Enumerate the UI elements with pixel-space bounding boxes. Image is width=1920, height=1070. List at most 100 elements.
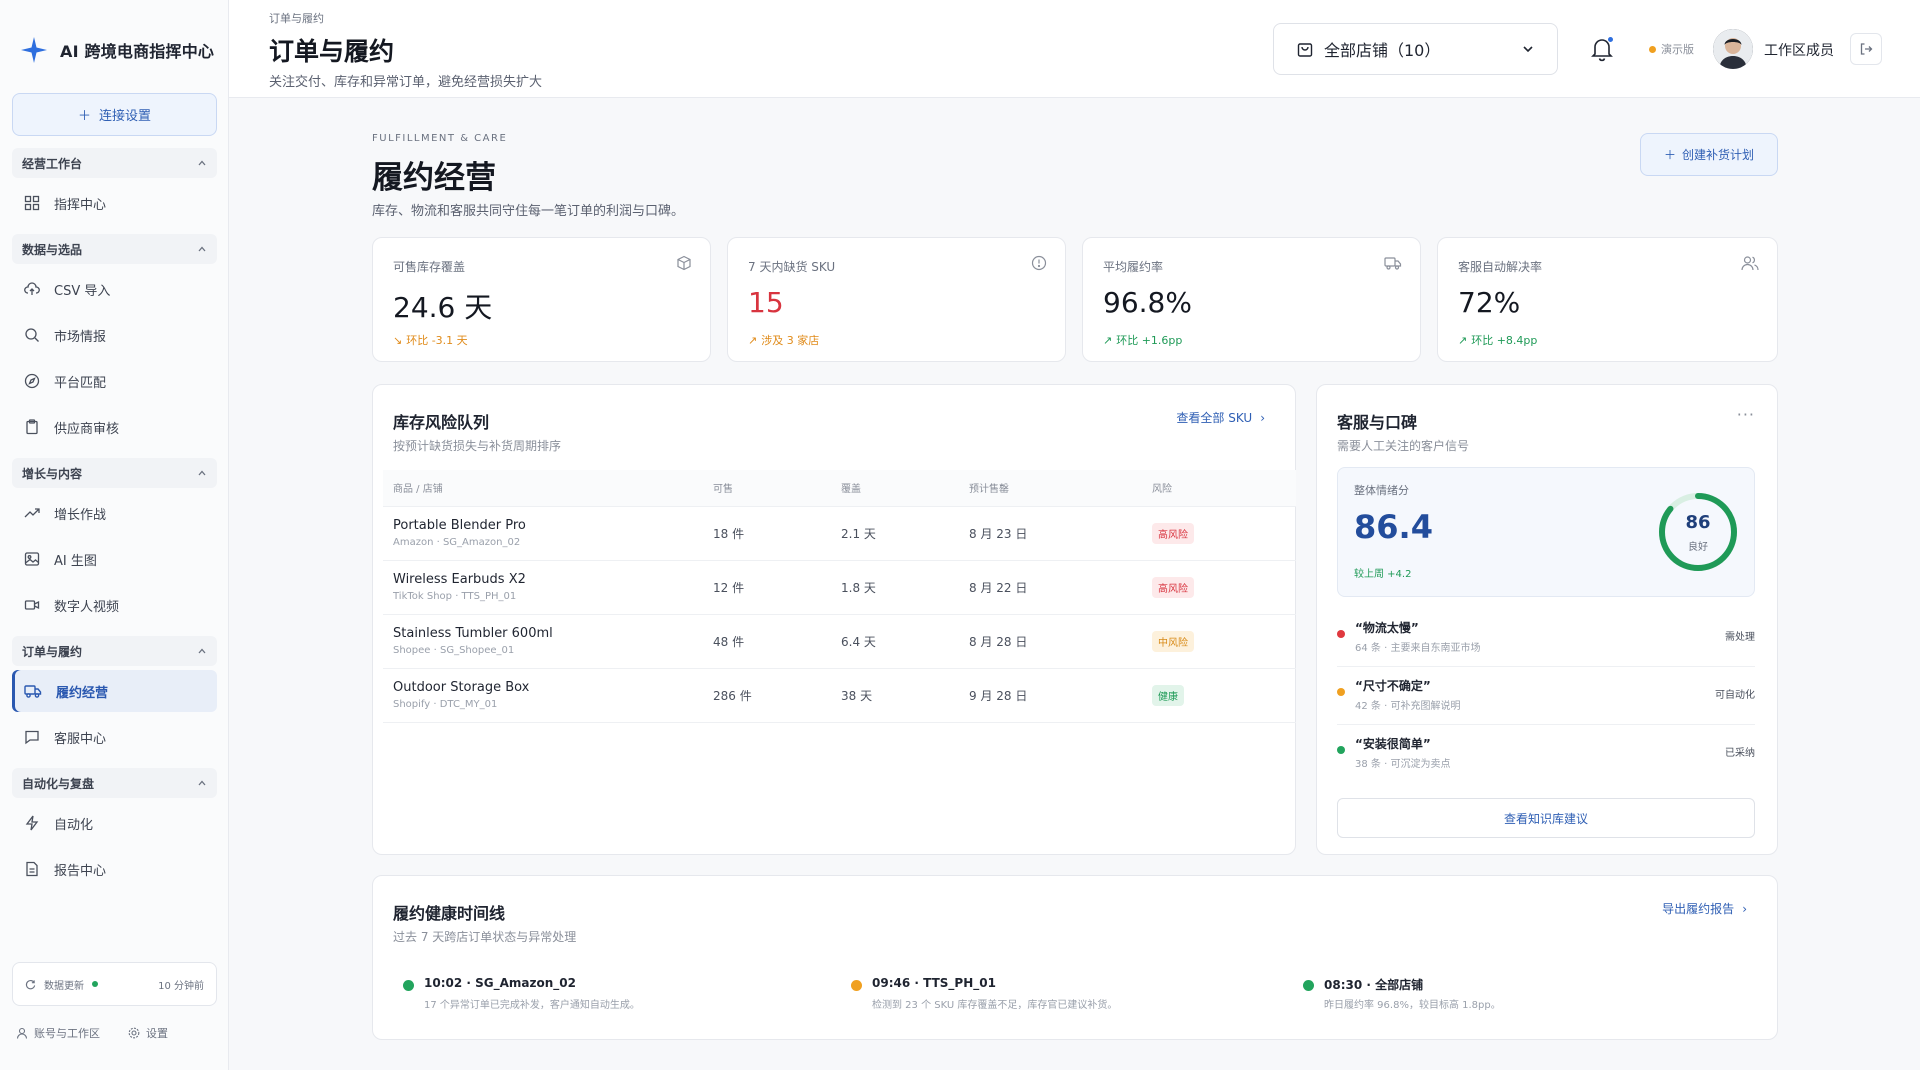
table-row[interactable]: Stainless Tumbler 600ml Shopee · SG_Shope…	[383, 614, 1296, 669]
knowledge-base-suggestions-button[interactable]: 查看知识库建议	[1337, 798, 1755, 838]
inventory-risk-queue: 库存风险队列 按预计缺货损失与补货周期排序 查看全部 SKU › 商品 / 店铺…	[372, 384, 1296, 855]
account-workspace-link[interactable]: 账号与工作区	[16, 1025, 100, 1041]
nav-group-orders[interactable]: 订单与履约	[12, 636, 217, 666]
kpi-card-fulfillment-rate[interactable]: 平均履约率 96.8% ↗ 环比 +1.6pp	[1082, 237, 1421, 362]
create-plan-label: 创建补货计划	[1682, 148, 1755, 162]
stock-cell: 48 件	[703, 614, 831, 669]
signal-title: “安装很简单”	[1355, 737, 1431, 751]
sidebar-item-service-center[interactable]: 客服中心	[12, 716, 217, 758]
store-select[interactable]: 全部店铺（10）	[1273, 23, 1558, 75]
kpi-label: 客服自动解决率	[1458, 260, 1543, 274]
sidebar-item-fulfillment[interactable]: 履约经营	[12, 670, 217, 712]
customer-signal-item[interactable]: “安装很简单” 38 条 · 可沉淀为卖点 已采纳	[1337, 729, 1755, 783]
chevron-up-icon	[198, 160, 206, 166]
inventory-subtitle: 按预计缺货损失与补货周期排序	[393, 439, 562, 453]
arrow-down-right-icon: ↘	[393, 333, 403, 347]
sidebar-item-ai-image[interactable]: AI 生图	[12, 538, 217, 580]
timeline-event-desc: 17 个异常订单已完成补发，客户通知自动生成。	[424, 1000, 640, 1011]
sidebar-item-label: 增长作战	[54, 507, 107, 523]
nav-group-label: 经营工作台	[22, 156, 83, 171]
sidebar-item-supplier-review[interactable]: 供应商审核	[12, 406, 217, 448]
export-report-link[interactable]: 导出履约报告 ›	[1662, 900, 1747, 917]
kpi-trend: ↗ 涉及 3 家店	[748, 332, 819, 348]
sidebar-item-csv-import[interactable]: CSV 导入	[12, 268, 217, 310]
demo-badge: 演示版	[1649, 41, 1694, 57]
data-refresh-status[interactable]: 数据更新 10 分钟前	[12, 962, 217, 1006]
plus-icon: ＋	[77, 109, 91, 124]
kpi-card-inventory-coverage[interactable]: 可售库存覆盖 24.6 天 ↘ 环比 -3.1 天	[372, 237, 711, 362]
sentiment-gauge: 86 良好	[1656, 490, 1740, 574]
risk-cell: 中风险	[1142, 614, 1296, 669]
nav-group-label: 自动化与复盘	[22, 776, 95, 791]
signal-dot	[1337, 688, 1345, 696]
inventory-table: 商品 / 店铺 可售 覆盖 预计售罄 风险 Portable Blender P…	[383, 470, 1296, 723]
notifications-button[interactable]	[1589, 36, 1615, 62]
column-header: 覆盖	[831, 470, 959, 507]
nav-group-data[interactable]: 数据与选品	[12, 234, 217, 264]
sidebar-item-reports[interactable]: 报告中心	[12, 848, 217, 890]
customer-signal-item[interactable]: “尺寸不确定” 42 条 · 可补充图解说明 可自动化	[1337, 671, 1755, 725]
more-options-icon[interactable]: ···	[1737, 405, 1755, 424]
sidebar-item-market-intel[interactable]: 市场情报	[12, 314, 217, 356]
sidebar-item-automation[interactable]: 自动化	[12, 802, 217, 844]
coverage-cell: 1.8 天	[831, 560, 959, 615]
alert-circle-icon	[1031, 255, 1047, 271]
connect-settings-button[interactable]: ＋ 连接设置	[12, 93, 217, 136]
create-replenishment-plan-button[interactable]: ＋ 创建补货计划	[1640, 133, 1778, 176]
kpi-value: 24.6 天	[393, 291, 493, 324]
risk-badge: 高风险	[1152, 576, 1194, 598]
breadcrumb[interactable]: 订单与履约	[269, 10, 324, 26]
table-row[interactable]: Portable Blender Pro Amazon · SG_Amazon_0…	[383, 506, 1296, 561]
logout-icon	[1860, 43, 1873, 55]
arrow-up-right-icon: ↗	[1103, 333, 1113, 347]
sidebar-item-avatar-video[interactable]: 数字人视频	[12, 584, 217, 626]
sidebar-item-label: 市场情报	[54, 329, 107, 345]
risk-badge: 中风险	[1152, 630, 1194, 652]
sidebar-item-command-center[interactable]: 指挥中心	[12, 182, 217, 224]
settings-link[interactable]: 设置	[128, 1025, 168, 1041]
arrow-up-right-icon: ↗	[1458, 333, 1468, 347]
nav-group-automation[interactable]: 自动化与复盘	[12, 768, 217, 798]
risk-cell: 健康	[1142, 668, 1296, 723]
nav-group-growth[interactable]: 增长与内容	[12, 458, 217, 488]
product-name: Stainless Tumbler 600ml	[393, 626, 553, 641]
view-all-sku-link[interactable]: 查看全部 SKU ›	[1176, 409, 1265, 426]
table-row[interactable]: Outdoor Storage Box Shopify · DTC_MY_01 2…	[383, 668, 1296, 723]
brand-name: AI 跨境电商指挥中心	[60, 42, 215, 61]
chevron-up-icon	[198, 648, 206, 654]
kpi-card-stockout-sku[interactable]: 7 天内缺货 SKU 15 ↗ 涉及 3 家店	[727, 237, 1066, 362]
signal-status: 可自动化	[1715, 690, 1755, 701]
image-icon	[24, 552, 40, 566]
demo-dot	[1649, 45, 1656, 53]
timeline-event-title: 10:02 · SG_Amazon_02	[424, 976, 576, 990]
chevron-up-icon	[198, 246, 206, 252]
logout-button[interactable]	[1850, 33, 1882, 65]
brand[interactable]: AI 跨境电商指挥中心	[20, 34, 214, 66]
kpi-card-auto-resolve-rate[interactable]: 客服自动解决率 72% ↗ 环比 +8.4pp	[1437, 237, 1778, 362]
status-dot	[92, 981, 98, 987]
table-row[interactable]: Wireless Earbuds X2 TikTok Shop · TTS_PH_…	[383, 560, 1296, 615]
chevron-right-icon: ›	[1260, 410, 1265, 425]
product-store: TikTok Shop · TTS_PH_01	[393, 591, 517, 602]
sidebar-item-growth-ops[interactable]: 增长作战	[12, 492, 217, 534]
product-cell: Outdoor Storage Box Shopify · DTC_MY_01	[383, 668, 703, 723]
stock-cell: 12 件	[703, 560, 831, 615]
signal-meta: 42 条 · 可补充图解说明	[1355, 701, 1461, 712]
user-name[interactable]: 工作区成员	[1764, 40, 1834, 60]
customer-signal-item[interactable]: “物流太慢” 64 条 · 主要来自东南亚市场 需处理	[1337, 613, 1755, 667]
box-icon	[677, 255, 691, 271]
nav-group-operations[interactable]: 经营工作台	[12, 148, 217, 178]
column-header: 风险	[1142, 470, 1296, 507]
sidebar-nav: 经营工作台 指挥中心 数据与选品 CSV 导入 市场情报 平台匹配 供应商审核	[12, 148, 217, 894]
sidebar-item-label: 履约经营	[56, 685, 109, 701]
avatar[interactable]	[1713, 29, 1753, 69]
risk-badge: 健康	[1152, 684, 1184, 706]
timeline-title: 履约健康时间线	[393, 904, 506, 923]
section-eyebrow: FULFILLMENT & CARE	[372, 133, 508, 144]
sidebar-item-platform-match[interactable]: 平台匹配	[12, 360, 217, 402]
gauge-value: 86	[1685, 512, 1711, 533]
timeline-event-title: 08:30 · 全部店铺	[1324, 978, 1424, 992]
stock-cell: 18 件	[703, 506, 831, 561]
soldout-cell: 8 月 23 日	[959, 506, 1142, 561]
truck-icon	[24, 685, 42, 698]
